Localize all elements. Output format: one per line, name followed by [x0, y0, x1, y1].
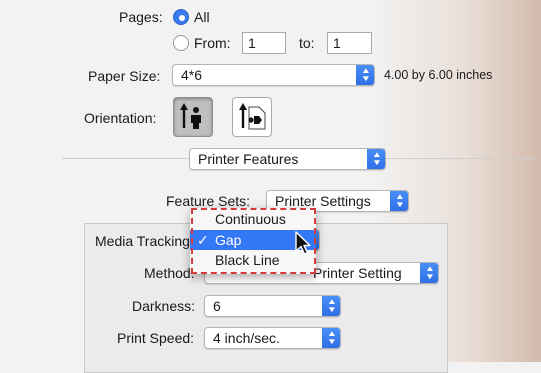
menu-item-gap-label: Gap [215, 232, 242, 248]
method-value: Printer Setting [313, 265, 402, 281]
feature-sets-value: Printer Settings [275, 193, 371, 209]
chevron-updown-icon: ▲▼ [420, 263, 438, 283]
orientation-label: Orientation: [84, 110, 157, 126]
chevron-updown-icon: ▲▼ [322, 296, 340, 316]
pages-from-input[interactable]: 1 [242, 32, 286, 54]
paper-size-label: Paper Size: [88, 68, 161, 84]
pages-all-label: All [194, 9, 210, 25]
portrait-icon [180, 103, 201, 129]
chevron-updown-icon: ▲▼ [322, 328, 340, 348]
method-label: Method: [144, 265, 195, 281]
darkness-label: Darkness: [132, 298, 196, 314]
pages-label: Pages: [119, 9, 163, 25]
media-tracking-label: Media Tracking [95, 233, 190, 249]
mouse-cursor-icon [295, 231, 311, 255]
menu-item-continuous[interactable]: Continuous [190, 209, 316, 229]
print-speed-value: 4 inch/sec. [213, 330, 280, 346]
landscape-icon [239, 103, 266, 130]
orientation-landscape-button[interactable] [232, 97, 272, 137]
paper-size-dimensions: 4.00 by 6.00 inches [384, 68, 493, 82]
paper-size-value: 4*6 [181, 67, 203, 83]
darkness-value: 6 [213, 298, 221, 314]
pages-all-radio[interactable] [173, 9, 189, 25]
orientation-portrait-button[interactable] [173, 97, 213, 137]
pages-from-label: From: [194, 35, 231, 51]
chevron-updown-icon: ▲▼ [356, 65, 374, 85]
paper-size-popup[interactable]: 4*6 ▲ ▼ [172, 64, 375, 86]
checkmark-icon: ✓ [197, 232, 209, 248]
section-popup[interactable]: Printer Features ▲ ▼ [189, 148, 386, 170]
pages-to-label: to: [299, 35, 315, 51]
feature-sets-label: Feature Sets: [166, 193, 251, 209]
pages-to-input[interactable]: 1 [327, 32, 372, 54]
darkness-popup[interactable]: 6 ▲ ▼ [204, 295, 341, 317]
print-speed-popup[interactable]: 4 inch/sec. ▲ ▼ [204, 327, 341, 349]
chevron-updown-icon: ▲▼ [390, 191, 408, 211]
print-speed-label: Print Speed: [117, 330, 195, 346]
section-popup-value: Printer Features [198, 151, 299, 167]
chevron-updown-icon: ▲▼ [367, 149, 385, 169]
pages-range-radio[interactable] [173, 35, 189, 51]
